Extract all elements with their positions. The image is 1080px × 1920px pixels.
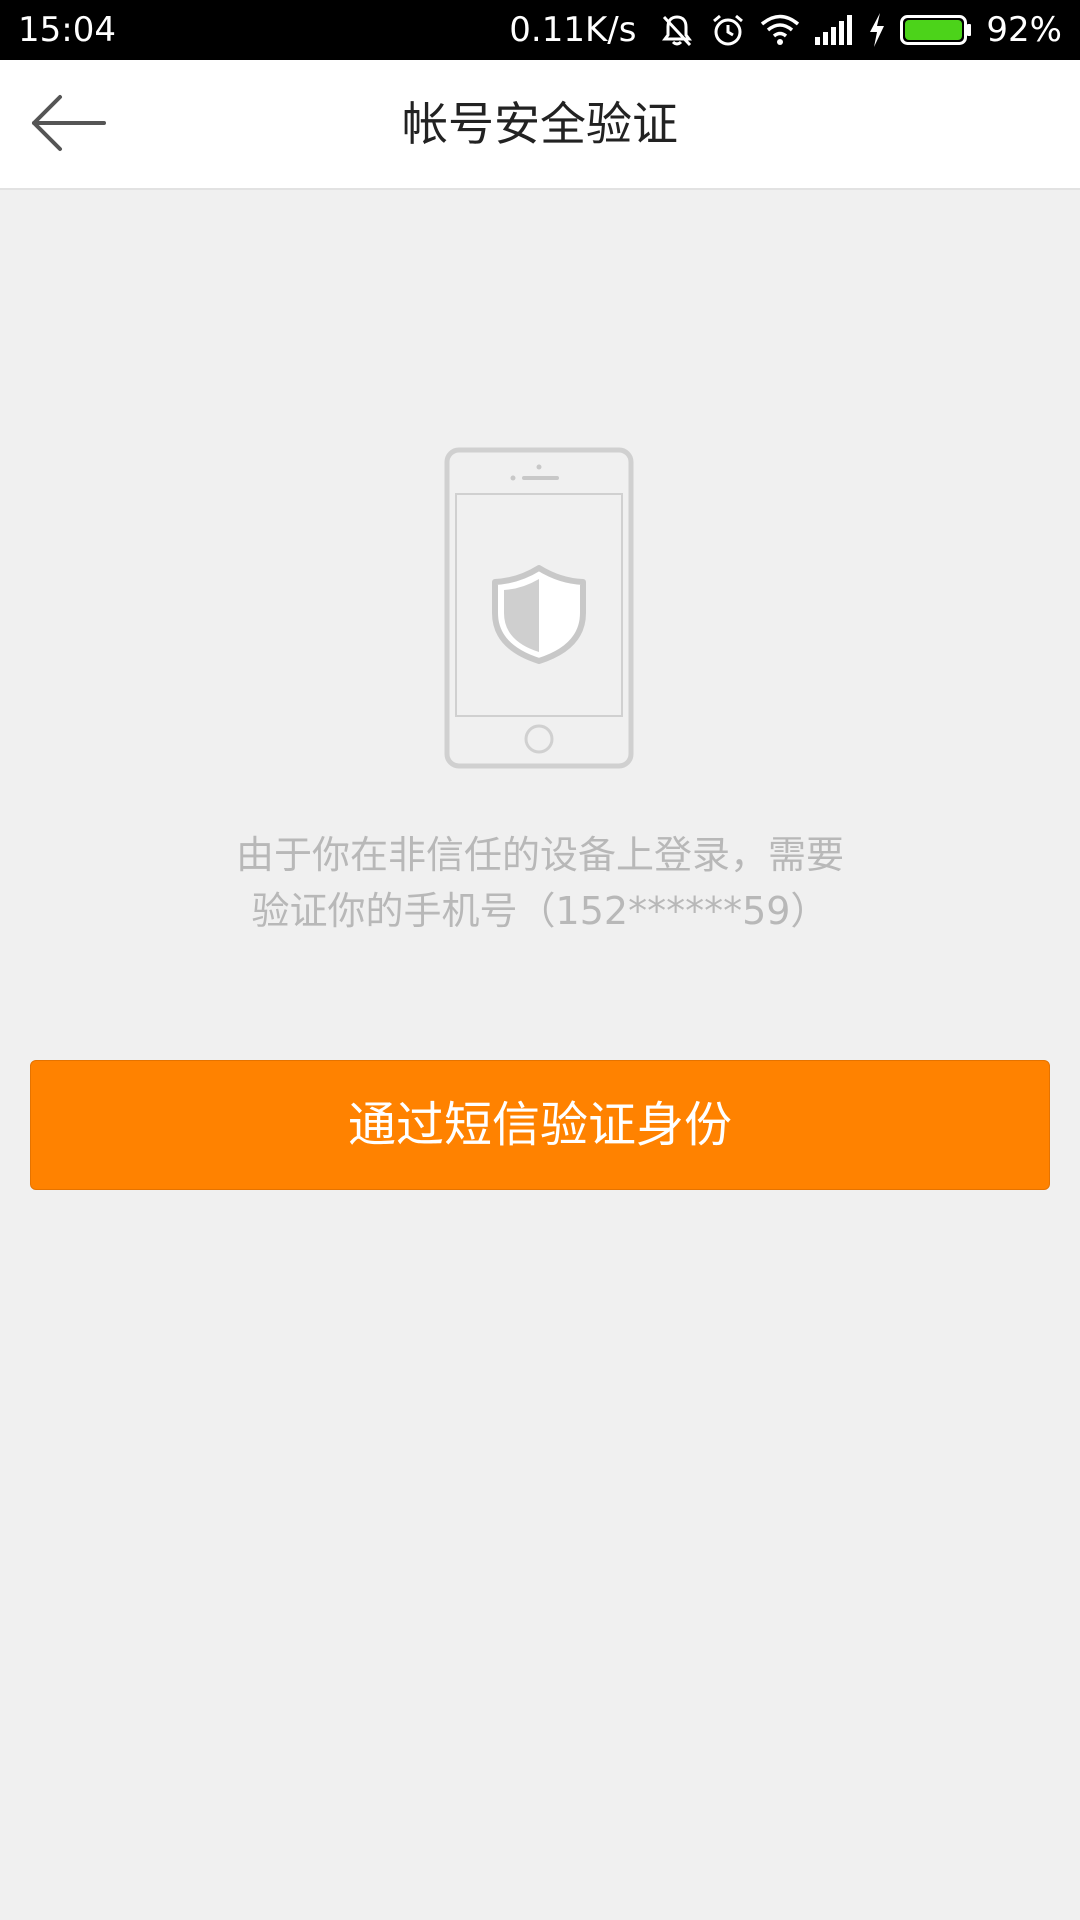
back-button[interactable] xyxy=(30,82,130,168)
phone-shield-icon xyxy=(444,447,634,769)
status-icons: 0.11K/s 92% xyxy=(509,0,1062,60)
status-time: 15:04 xyxy=(18,10,116,50)
alarm-icon xyxy=(710,12,746,48)
verification-message: 由于你在非信任的设备上登录，需要 验证你的手机号（152******59） xyxy=(140,827,940,939)
charging-icon xyxy=(868,13,886,47)
message-line-1: 由于你在非信任的设备上登录，需要 xyxy=(235,833,844,877)
mute-icon xyxy=(658,11,696,49)
message-line-2: 验证你的手机号（152******59） xyxy=(251,889,829,933)
signal-icon xyxy=(814,15,854,45)
wifi-icon xyxy=(760,13,800,47)
sms-verify-button[interactable]: 通过短信验证身份 xyxy=(30,1060,1050,1190)
battery-icon xyxy=(900,15,972,45)
back-arrow-icon xyxy=(30,93,106,157)
status-bar: 15:04 0.11K/s 92% xyxy=(0,0,1080,60)
page-title: 帐号安全验证 xyxy=(402,97,678,151)
battery-percent: 92% xyxy=(986,10,1062,50)
network-speed: 0.11K/s xyxy=(509,10,637,50)
app-bar: 帐号安全验证 xyxy=(0,60,1080,190)
